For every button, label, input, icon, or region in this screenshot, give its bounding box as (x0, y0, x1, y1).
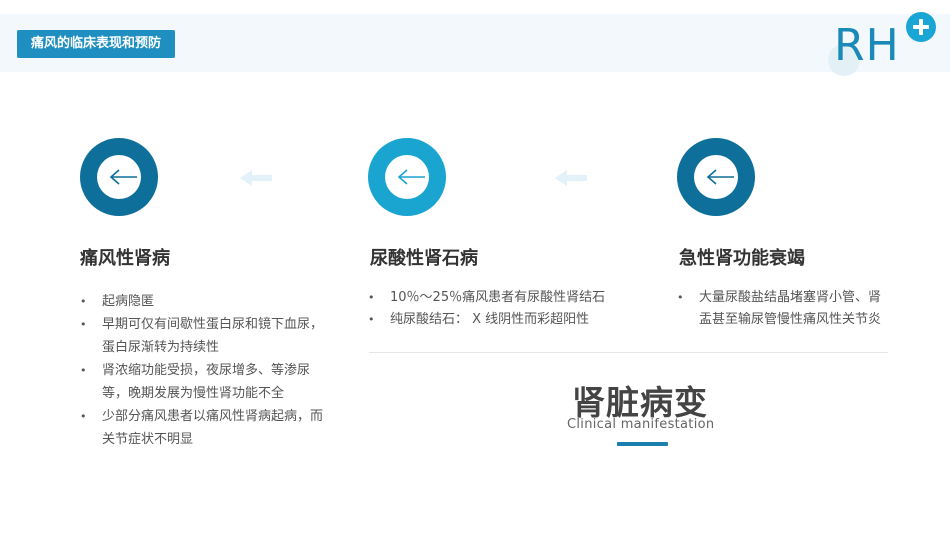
plus-icon (906, 12, 936, 42)
left-arrow-icon (706, 169, 734, 185)
column-2-icon-circle (368, 138, 446, 216)
column-2-bullets: 10％～25％痛风患者有尿酸性肾结石 纯尿酸结石： X 线阴性而彩超阳性 (368, 287, 648, 331)
left-arrow-icon (109, 169, 137, 185)
rh-logo: RH (826, 12, 941, 76)
left-arrow-icon (397, 169, 425, 185)
bullet-item: 早期可仅有间歇性蛋白尿和镜下血尿，蛋白尿渐转为持续性 (80, 313, 328, 359)
section-subtitle: Clinical manifestation (567, 417, 715, 432)
bullet-item: 大量尿酸盐结晶堵塞肾小管、肾盂甚至输尿管慢性痛风性关节炎 (677, 287, 893, 331)
accent-underline (617, 442, 668, 446)
column-1-bullets: 起病隐匿 早期可仅有间歇性蛋白尿和镜下血尿，蛋白尿渐转为持续性 肾浓缩功能受损，… (80, 290, 328, 451)
divider (369, 352, 888, 353)
bullet-item: 10％～25％痛风患者有尿酸性肾结石 (368, 287, 648, 309)
column-1-icon-circle (80, 138, 158, 216)
column-3-title: 急性肾功能衰竭 (679, 248, 805, 269)
column-2-title: 尿酸性肾石病 (370, 248, 478, 269)
decorative-arrow-icon (240, 170, 272, 186)
logo-text: RH (834, 20, 900, 71)
section-tag: 痛风的临床表现和预防 (17, 30, 176, 58)
bullet-item: 起病隐匿 (80, 290, 328, 313)
decorative-arrow-icon (555, 170, 587, 186)
bullet-item: 肾浓缩功能受损，夜尿增多、等渗尿等，晚期发展为慢性肾功能不全 (80, 359, 328, 405)
bullet-item: 少部分痛风患者以痛风性肾病起病，而关节症状不明显 (80, 405, 328, 451)
bullet-item: 纯尿酸结石： X 线阴性而彩超阳性 (368, 309, 648, 331)
column-3-icon-circle (677, 138, 755, 216)
column-1-title: 痛风性肾病 (80, 248, 170, 269)
column-3-bullets: 大量尿酸盐结晶堵塞肾小管、肾盂甚至输尿管慢性痛风性关节炎 (677, 287, 893, 331)
